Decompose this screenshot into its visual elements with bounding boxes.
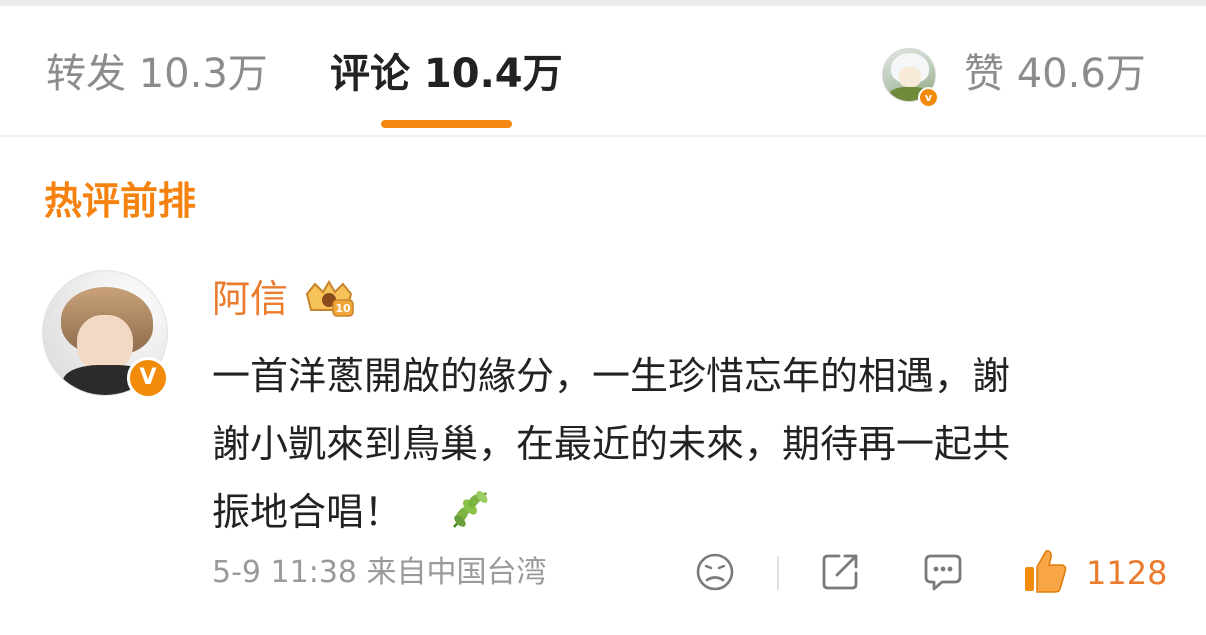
comment-text: 一首洋蔥開啟的緣分，一生珍惜忘年的相遇，謝 謝小凱來到鳥巢，在最近的未來，期待再… <box>212 342 1172 546</box>
share-icon[interactable] <box>819 551 861 593</box>
comment-line-last: 振地合唱！ <box>212 478 1172 546</box>
vip-crown-icon: 10 <box>305 280 354 317</box>
tab-comment[interactable]: 评论 10.4万 <box>330 50 563 98</box>
sad-face-icon[interactable] <box>694 551 736 593</box>
tab-like[interactable]: 赞 40.6万 <box>964 50 1146 98</box>
comment-username[interactable]: 阿信 <box>212 276 288 322</box>
vip-level: 10 <box>335 302 351 315</box>
action-divider <box>777 556 779 590</box>
comment-line: 謝小凱來到鳥巢，在最近的未來，期待再一起共 <box>212 422 1011 466</box>
comment-line: 一首洋蔥開啟的緣分，一生珍惜忘年的相遇，謝 <box>212 354 1011 398</box>
tab-bar: 转发 10.3万 评论 10.4万 v 赞 40.6万 <box>0 6 1206 137</box>
like-count: 1128 <box>1086 554 1168 592</box>
comment-location: 来自中国台湾 <box>366 555 547 590</box>
thumbs-up-icon[interactable] <box>1022 547 1068 595</box>
comment-time: 5-9 11:38 <box>212 555 357 590</box>
avatar-face <box>899 67 921 87</box>
section-title: 热评前排 <box>44 179 197 223</box>
comment-bubble-icon[interactable] <box>922 551 964 593</box>
olive-branch-icon <box>453 491 488 528</box>
verified-badge: V <box>127 357 169 399</box>
liker-verify-badge: v <box>918 87 939 108</box>
comment-meta: 5-9 11:38 来自中国台湾 <box>212 553 547 593</box>
comment-line-text: 振地合唱！ <box>212 490 403 534</box>
tab-repost[interactable]: 转发 10.3万 <box>46 50 268 98</box>
active-tab-indicator <box>381 120 512 128</box>
